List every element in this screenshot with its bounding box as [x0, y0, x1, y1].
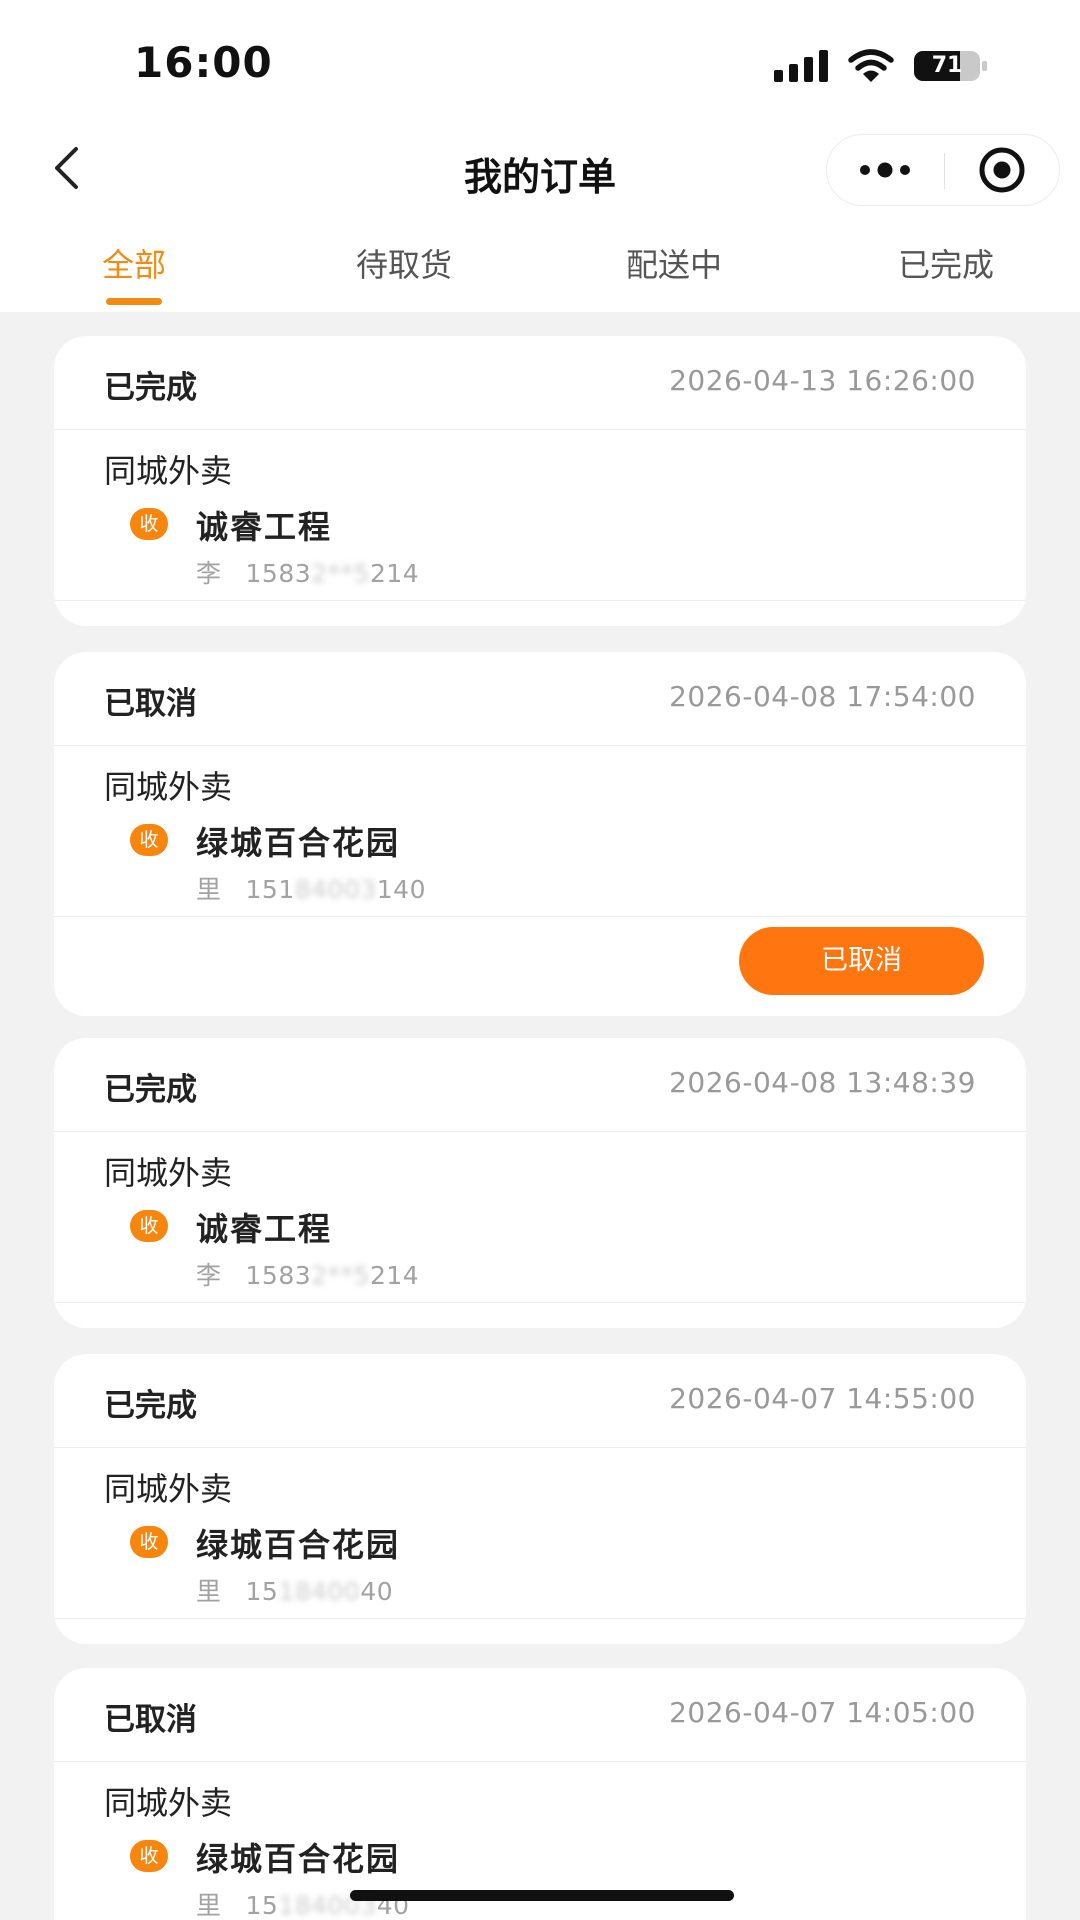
address-name: 绿城百合花园: [196, 1840, 401, 1878]
phone-masked: 18400: [278, 1577, 361, 1606]
order-time: 2026-04-07 14:55:00: [669, 1382, 976, 1415]
order-body: 同城外卖 收 诚睿工程 李 15832**5214: [54, 430, 1026, 601]
phone-suffix: 214: [369, 559, 420, 588]
phone-prefix: 15: [245, 1891, 279, 1920]
receive-badge: 收: [130, 1840, 168, 1872]
order-time: 2026-04-08 17:54:00: [669, 680, 976, 713]
close-mini-program-button[interactable]: [945, 135, 1059, 205]
order-list-screen: 16:00 71 我的订单 全部 待取货 配送中 已完成 已完成 2026-04…: [0, 0, 1080, 1920]
order-status: 已完成: [104, 1388, 197, 1424]
active-tab-indicator: [106, 298, 162, 305]
receive-badge: 收: [130, 1210, 168, 1242]
order-time: 2026-04-08 13:48:39: [669, 1066, 976, 1099]
tab-delivering[interactable]: 配送中: [574, 240, 774, 286]
contact-info: 里 151840040: [196, 1572, 393, 1608]
order-body: 同城外卖 收 绿城百合花园 里 151840040: [54, 1448, 1026, 1619]
order-status: 已完成: [104, 370, 197, 406]
order-footer: 已取消: [54, 917, 1026, 1016]
contact-name: 李: [196, 559, 222, 588]
home-indicator: [350, 1890, 734, 1901]
order-header: 已完成 2026-04-13 16:26:00: [54, 336, 1026, 430]
tab-all[interactable]: 全部: [34, 240, 234, 286]
order-footer: [54, 1619, 1026, 1644]
address-name: 绿城百合花园: [196, 1526, 401, 1564]
order-body: 同城外卖 收 诚睿工程 李 15832**5214: [54, 1132, 1026, 1303]
tab-completed[interactable]: 已完成: [846, 240, 1046, 286]
phone-prefix: 1583: [245, 559, 312, 588]
contact-name: 李: [196, 1261, 222, 1290]
contact-name: 里: [196, 875, 222, 904]
address-name: 诚睿工程: [196, 1210, 333, 1248]
phone-masked: 2**5: [311, 559, 370, 588]
order-header: 已完成 2026-04-07 14:55:00: [54, 1354, 1026, 1448]
order-time: 2026-04-13 16:26:00: [669, 364, 976, 397]
contact-info: 李 15832**5214: [196, 554, 419, 590]
phone-prefix: 15: [245, 1577, 279, 1606]
phone-suffix: 214: [369, 1261, 420, 1290]
contact-name: 里: [196, 1577, 222, 1606]
order-tabs: 全部 待取货 配送中 已完成: [0, 220, 1080, 312]
address-name: 诚睿工程: [196, 508, 333, 546]
battery-level: 71: [931, 53, 963, 78]
tab-pending-pickup[interactable]: 待取货: [304, 240, 504, 286]
target-circle-icon: [979, 147, 1025, 193]
receive-badge: 收: [130, 824, 168, 856]
order-body: 同城外卖 收 绿城百合花园 里 15184003140: [54, 746, 1026, 917]
order-card[interactable]: 已完成 2026-04-07 14:55:00 同城外卖 收 绿城百合花园 里1…: [54, 1354, 1026, 1644]
phone-masked: 84003: [294, 875, 377, 904]
phone-prefix: 1583: [245, 1261, 312, 1290]
order-type: 同城外卖: [104, 1470, 233, 1508]
phone-suffix: 40: [360, 1577, 394, 1606]
phone-masked: 2**5: [311, 1261, 370, 1290]
cellular-signal-icon: [774, 50, 828, 82]
order-footer: [54, 1303, 1026, 1328]
order-card[interactable]: 已完成 2026-04-13 16:26:00 同城外卖 收 诚睿工程 李 158…: [54, 336, 1026, 626]
wifi-icon: [848, 49, 894, 82]
receive-badge: 收: [130, 508, 168, 540]
contact-info: 李 15832**5214: [196, 1256, 419, 1292]
order-header: 已完成 2026-04-08 13:48:39: [54, 1038, 1026, 1132]
order-card[interactable]: 已取消 2026-04-08 17:54:00 同城外卖 收 绿城百合花园 里1…: [54, 652, 1026, 1016]
battery-indicator: 71: [914, 49, 988, 83]
order-header: 已取消 2026-04-07 14:05:00: [54, 1668, 1026, 1762]
order-header: 已取消 2026-04-08 17:54:00: [54, 652, 1026, 746]
phone-prefix: 151: [245, 875, 295, 904]
order-type: 同城外卖: [104, 1154, 233, 1192]
receive-badge: 收: [130, 1526, 168, 1558]
order-time: 2026-04-07 14:05:00: [669, 1696, 976, 1729]
order-footer: [54, 601, 1026, 626]
more-dots-icon: [860, 162, 910, 178]
order-type: 同城外卖: [104, 1784, 233, 1822]
phone-suffix: 140: [376, 875, 426, 904]
order-status: 已完成: [104, 1072, 197, 1108]
more-button[interactable]: [827, 135, 943, 205]
mini-program-capsule: [826, 134, 1060, 206]
contact-name: 里: [196, 1891, 222, 1920]
status-time: 16:00: [134, 38, 273, 87]
order-status: 已取消: [104, 1702, 197, 1738]
order-card[interactable]: 已取消 2026-04-07 14:05:00 同城外卖 收 绿城百合花园 里1…: [54, 1668, 1026, 1920]
nav-bar: 我的订单: [0, 120, 1080, 220]
contact-info: 里 15184003140: [196, 870, 426, 906]
address-name: 绿城百合花园: [196, 824, 401, 862]
order-card[interactable]: 已完成 2026-04-08 13:48:39 同城外卖 收 诚睿工程 李 158…: [54, 1038, 1026, 1328]
order-type: 同城外卖: [104, 768, 233, 806]
status-bar: 16:00 71: [0, 0, 1080, 120]
order-status: 已取消: [104, 686, 197, 722]
cancelled-status-button[interactable]: 已取消: [739, 927, 984, 995]
order-type: 同城外卖: [104, 452, 233, 490]
